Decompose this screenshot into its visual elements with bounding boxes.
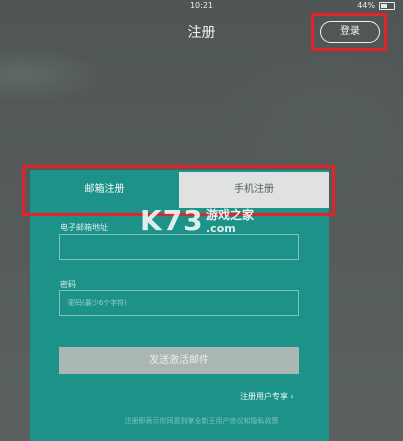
user-terms-link[interactable]: 注册用户专享 › xyxy=(240,391,294,402)
login-button[interactable]: 登录 xyxy=(320,21,380,43)
watermark-domain: .com xyxy=(206,222,236,235)
watermark-logo: K73 xyxy=(140,204,204,237)
status-right: 44% xyxy=(357,0,395,12)
battery-icon xyxy=(379,2,395,10)
send-activation-email-button[interactable]: 发送激活邮件 xyxy=(59,347,299,374)
site-watermark: K73 游戏之家 .com xyxy=(140,204,280,240)
status-time: 10:21 xyxy=(189,1,214,10)
password-label: 密码 xyxy=(60,280,76,289)
password-field[interactable]: 密码(最少6个字符) xyxy=(59,290,299,316)
status-bar: 10:21 44% xyxy=(0,0,403,12)
battery-percent: 44% xyxy=(357,1,375,10)
email-label: 电子邮箱地址 xyxy=(60,223,108,232)
watermark-name: 游戏之家 xyxy=(206,208,255,222)
footer-note: 注册即表示你同意到掌全新王用户协议和隐私政策 xyxy=(124,417,279,425)
